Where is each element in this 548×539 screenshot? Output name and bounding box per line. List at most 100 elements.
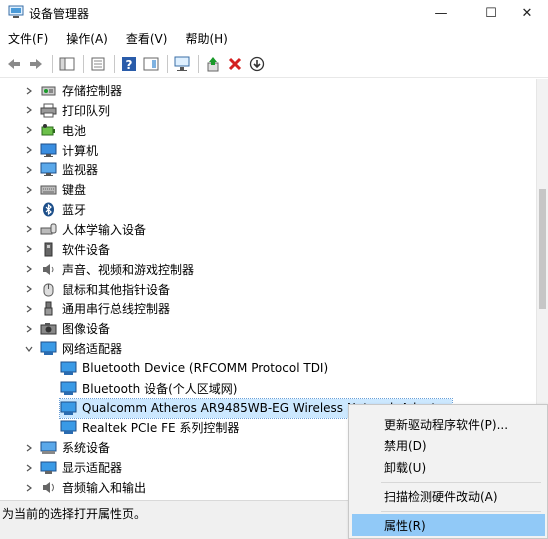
- network-adapter-icon: [40, 341, 57, 356]
- device-category-row[interactable]: 存储控制器: [24, 81, 122, 100]
- chevron-down-icon[interactable]: [24, 344, 34, 354]
- toolbar: ?: [0, 50, 548, 78]
- device-category-row[interactable]: 鼠标和其他指针设备: [24, 280, 170, 299]
- chevron-right-icon[interactable]: [24, 483, 34, 493]
- tree-item-label: Realtek PCIe FE 系列控制器: [82, 421, 240, 436]
- tree-item-label: 软件设备: [62, 242, 111, 257]
- bluetooth-icon: [40, 202, 57, 217]
- help-icon[interactable]: ?: [119, 54, 139, 74]
- chevron-right-icon[interactable]: [24, 165, 34, 175]
- menu-file[interactable]: 文件(F): [6, 30, 50, 47]
- chevron-right-icon[interactable]: [24, 304, 34, 314]
- enable-device-icon[interactable]: [247, 54, 267, 74]
- tree-item-label: 计算机: [62, 143, 99, 158]
- usb-icon: [40, 301, 57, 316]
- tree-item-label: 监视器: [62, 163, 99, 178]
- network-adapter-item[interactable]: Bluetooth 设备(个人区域网): [60, 379, 237, 398]
- device-category-row[interactable]: 通用串行总线控制器: [24, 299, 170, 318]
- update-driver-icon[interactable]: [203, 54, 223, 74]
- tree-item-label: Bluetooth Device (RFCOMM Protocol TDI): [82, 361, 329, 376]
- uninstall-menu-item[interactable]: 卸载(U): [352, 456, 545, 478]
- window-title: 设备管理器: [29, 7, 90, 21]
- tree-item-label: 音频输入和输出: [62, 481, 147, 495]
- chevron-right-icon[interactable]: [24, 105, 34, 115]
- menu-action[interactable]: 操作(A): [64, 30, 110, 47]
- device-category-row[interactable]: 蓝牙: [24, 200, 86, 219]
- menu-separator: [381, 511, 541, 512]
- chevron-right-icon[interactable]: [24, 145, 34, 155]
- device-category-row[interactable]: 网络适配器: [24, 339, 122, 358]
- device-category-row[interactable]: 显示适配器: [24, 458, 122, 477]
- device-category-row[interactable]: 音频输入和输出: [24, 478, 146, 497]
- tree-item-label: 显示适配器: [62, 461, 123, 476]
- properties-menu-item[interactable]: 属性(R): [352, 514, 545, 536]
- chevron-right-icon[interactable]: [24, 224, 34, 234]
- device-category-row[interactable]: 声音、视频和游戏控制器: [24, 260, 194, 279]
- network-adapter-icon: [60, 420, 77, 435]
- storage-controller-icon: [40, 83, 57, 98]
- disable-menu-item[interactable]: 禁用(D): [352, 434, 545, 456]
- battery-icon: [40, 123, 57, 138]
- properties-sheet-icon[interactable]: [88, 54, 108, 74]
- chevron-right-icon[interactable]: [24, 324, 34, 334]
- minimize-button[interactable]: —: [420, 0, 462, 26]
- tree-item-label: 电池: [62, 123, 87, 138]
- chevron-right-icon[interactable]: [24, 86, 34, 96]
- network-adapter-item[interactable]: Bluetooth Device (RFCOMM Protocol TDI): [60, 359, 328, 378]
- device-category-row[interactable]: 人体学输入设备: [24, 220, 146, 239]
- menu-separator: [381, 482, 541, 483]
- tree-item-label: 蓝牙: [62, 203, 87, 218]
- chevron-right-icon[interactable]: [24, 125, 34, 135]
- scan-hardware-icon[interactable]: [172, 54, 192, 74]
- network-adapter-item[interactable]: Realtek PCIe FE 系列控制器: [60, 418, 239, 437]
- context-menu: 更新驱动程序软件(P)... 禁用(D) 卸载(U) 扫描检测硬件改动(A) 属…: [348, 404, 548, 539]
- forward-arrow-icon[interactable]: [26, 54, 46, 74]
- menu-help[interactable]: 帮助(H): [183, 30, 229, 47]
- camera-icon: [40, 321, 57, 336]
- mouse-icon: [40, 282, 57, 297]
- tree-item-label: 声音、视频和游戏控制器: [62, 262, 195, 277]
- close-button[interactable]: ✕: [506, 0, 548, 26]
- device-category-row[interactable]: 打印队列: [24, 101, 110, 120]
- chevron-right-icon[interactable]: [24, 205, 34, 215]
- chevron-right-icon[interactable]: [24, 185, 34, 195]
- chevron-right-icon[interactable]: [24, 244, 34, 254]
- chevron-right-icon[interactable]: [24, 284, 34, 294]
- chevron-right-icon[interactable]: [24, 264, 34, 274]
- chevron-right-icon[interactable]: [24, 443, 34, 453]
- toolbar-separator: [114, 54, 115, 73]
- display-adapter-icon: [40, 460, 57, 475]
- uninstall-icon[interactable]: [225, 54, 245, 74]
- svg-text:?: ?: [126, 58, 133, 72]
- system-device-icon: [40, 440, 57, 455]
- toolbar-separator: [167, 54, 168, 73]
- action-pane-icon[interactable]: [141, 54, 161, 74]
- device-category-row[interactable]: 监视器: [24, 160, 98, 179]
- device-category-row[interactable]: 计算机: [24, 141, 98, 160]
- show-hide-tree-icon[interactable]: [57, 54, 77, 74]
- title-bar: 设备管理器 — ☐ ✕: [0, 0, 548, 26]
- back-arrow-icon[interactable]: [4, 54, 24, 74]
- network-adapter-icon: [60, 401, 77, 416]
- device-category-row[interactable]: 电池: [24, 121, 86, 140]
- keyboard-icon: [40, 182, 57, 197]
- scan-hardware-menu-item[interactable]: 扫描检测硬件改动(A): [352, 485, 545, 507]
- network-adapter-icon: [60, 361, 77, 376]
- device-category-row[interactable]: 软件设备: [24, 240, 110, 259]
- chevron-right-icon[interactable]: [24, 463, 34, 473]
- update-driver-menu-item[interactable]: 更新驱动程序软件(P)...: [352, 413, 545, 435]
- menu-view[interactable]: 查看(V): [124, 30, 170, 47]
- tree-item-label: 人体学输入设备: [62, 222, 147, 237]
- menu-bar: 文件(F) 操作(A) 查看(V) 帮助(H): [0, 27, 548, 49]
- tree-item-label: 打印队列: [62, 103, 111, 118]
- device-category-row[interactable]: 图像设备: [24, 319, 110, 338]
- device-category-row[interactable]: 系统设备: [24, 438, 110, 457]
- tree-item-label: 存储控制器: [62, 84, 123, 98]
- monitor-icon: [40, 162, 57, 177]
- tree-item-label: 键盘: [62, 183, 87, 198]
- scrollbar-thumb[interactable]: [539, 189, 546, 309]
- toolbar-separator: [198, 54, 199, 73]
- computer-icon: [40, 143, 57, 158]
- device-category-row[interactable]: 键盘: [24, 180, 86, 199]
- device-manager-icon: [8, 5, 24, 18]
